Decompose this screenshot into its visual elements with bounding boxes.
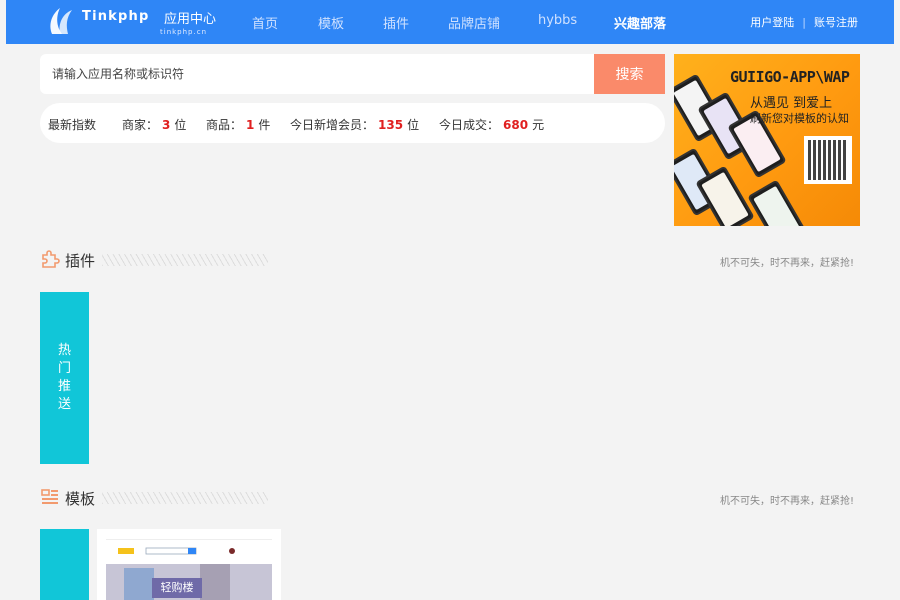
stat-merchants-unit: 位: [174, 118, 187, 132]
stat-products: 商品： 1 件: [206, 116, 270, 133]
stat-deals-unit: 元: [532, 118, 545, 132]
nav-home[interactable]: 首页: [252, 13, 278, 32]
stat-deals-value: 680: [503, 118, 529, 132]
top-navbar: Tinkphp 应用中心 tinkphp.cn 首页 模板 插件 品牌店铺 hy…: [6, 0, 894, 44]
promo-banner[interactable]: GUIIGO-APP\WAP 从遇见 到爱上 刷新您对模板的认知: [674, 54, 860, 226]
search-button[interactable]: 搜索: [594, 54, 665, 94]
puzzle-icon: [42, 250, 60, 268]
site-logo[interactable]: Tinkphp 应用中心 tinkphp.cn: [46, 4, 226, 40]
hot-push-tab[interactable]: 热 门 推 送: [40, 292, 89, 464]
templates-section-slogan: 机不可失，时不再来，赶紧抢!: [719, 496, 854, 507]
template-card[interactable]: 轻购楼: [97, 529, 281, 600]
stat-new-members-value: 135: [378, 118, 404, 132]
template-thumbnail: 轻购楼: [106, 539, 272, 600]
stat-new-members-label: 今日新增会员：: [290, 118, 375, 132]
stat-products-value: 1: [246, 118, 255, 132]
templates-section-header: 模板 机不可失，时不再来，赶紧抢!: [40, 485, 860, 509]
nav-hybbs[interactable]: hybbs: [538, 13, 577, 28]
hot-push-char-1: 热: [57, 343, 71, 358]
stat-products-label: 商品：: [206, 118, 243, 132]
search-bar: 搜索: [40, 54, 665, 94]
nav-plugins[interactable]: 插件: [383, 13, 409, 32]
qr-code-icon: [804, 136, 852, 184]
hot-push-char-4: 送: [57, 397, 71, 412]
register-link[interactable]: 账号注册: [814, 16, 858, 29]
thumbnail-header-bar: [118, 547, 235, 555]
hot-push-char-3: 推: [57, 379, 71, 394]
login-link[interactable]: 用户登陆: [750, 16, 794, 29]
auth-links: 用户登陆 | 账号注册: [750, 14, 858, 30]
banner-tagline: 刷新您对模板的认知: [750, 112, 849, 125]
plugins-section-header: 插件 机不可失，时不再来，赶紧抢!: [40, 247, 860, 271]
leaf-logo-icon: [50, 8, 72, 34]
stat-deals-label: 今日成交：: [439, 118, 500, 132]
stat-deals: 今日成交： 680 元: [439, 116, 544, 133]
stat-new-members-unit: 位: [407, 118, 420, 132]
hot-push-char-2: 门: [57, 361, 71, 376]
stat-merchants: 商家： 3 位: [122, 116, 186, 133]
auth-separator: |: [802, 16, 806, 29]
logo-cn-text: 应用中心: [164, 12, 217, 27]
stat-products-unit: 件: [258, 118, 271, 132]
templates-side-tab[interactable]: [40, 529, 89, 600]
banner-slogan: 从遇见 到爱上: [750, 96, 833, 111]
banner-title: GUIIGO-APP\WAP: [730, 68, 850, 86]
plugins-section-title: 插件: [65, 252, 96, 270]
logo-subtitle: tinkphp.cn: [160, 28, 208, 36]
stat-merchants-value: 3: [162, 118, 171, 132]
nav-templates[interactable]: 模板: [318, 13, 344, 32]
search-input[interactable]: [40, 54, 594, 94]
nav-brand-stores[interactable]: 品牌店铺: [448, 13, 500, 32]
nav-interest-tribe[interactable]: 兴趣部落: [614, 13, 666, 32]
hot-push-label: 热 门 推 送: [40, 342, 89, 414]
templates-section-title: 模板: [65, 490, 96, 508]
section-divider: [102, 492, 268, 504]
thumbnail-hero-text: 轻购楼: [152, 578, 202, 598]
template-layout-icon: [41, 489, 58, 504]
plugins-section-slogan: 机不可失，时不再来，赶紧抢!: [719, 258, 854, 269]
stat-merchants-label: 商家：: [122, 118, 159, 132]
stats-title: 最新指数: [48, 118, 97, 132]
stat-new-members: 今日新增会员： 135 位: [290, 116, 419, 133]
logo-text: Tinkphp: [82, 9, 150, 24]
thumbnail-hero: 轻购楼: [106, 564, 272, 600]
section-divider: [102, 254, 268, 266]
stats-bar: 最新指数 商家： 3 位 商品： 1 件 今日新增会员： 135 位 今日成交： 680 元: [40, 103, 665, 143]
